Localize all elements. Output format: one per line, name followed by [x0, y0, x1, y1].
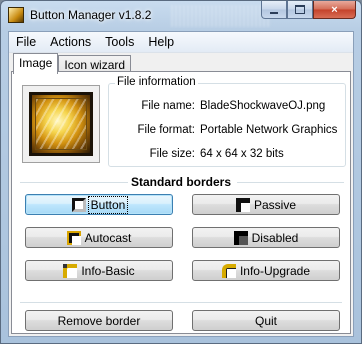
button-border-button[interactable]: Button [25, 194, 173, 215]
caption-buttons: × [261, 1, 356, 19]
app-icon[interactable] [8, 7, 24, 23]
file-information-legend: File information [115, 76, 198, 88]
tab-image[interactable]: Image [13, 53, 59, 74]
title-bar-background [171, 5, 271, 27]
maximize-button[interactable] [287, 1, 313, 19]
disabled-border-icon [233, 230, 248, 245]
autocast-border-button[interactable]: Autocast [25, 227, 173, 248]
menu-actions[interactable]: Actions [43, 32, 98, 52]
menu-tools[interactable]: Tools [98, 32, 141, 52]
info-basic-border-button[interactable]: Info-Basic [25, 260, 173, 281]
section-line-right [237, 182, 344, 183]
maximize-icon [295, 5, 305, 14]
title-bar[interactable]: Button Manager v1.8.2 × [1, 1, 361, 31]
minimize-icon [270, 11, 278, 14]
passive-border-button[interactable]: Passive [192, 194, 340, 215]
button-border-label: Button [87, 195, 129, 214]
quit-button[interactable]: Quit [192, 310, 340, 331]
info-basic-border-label: Info-Basic [81, 263, 135, 278]
close-button[interactable]: × [313, 1, 356, 19]
autocast-border-icon [66, 230, 81, 245]
preview-frame [22, 85, 100, 163]
autocast-border-label: Autocast [84, 230, 132, 245]
minimize-button[interactable] [261, 1, 287, 19]
file-size-label: File size: [149, 148, 195, 160]
file-name-label: File name: [141, 100, 195, 112]
app-window: Button Manager v1.8.2 × File Actions Too… [0, 0, 362, 344]
info-basic-border-icon [63, 263, 78, 278]
file-format-label: File format: [137, 124, 195, 136]
close-icon: × [331, 3, 338, 16]
tab-strip: Image Icon wizard [13, 53, 132, 74]
menu-bar: File Actions Tools Help [9, 32, 353, 53]
info-upgrade-border-icon [221, 263, 236, 278]
file-size-value: 64 x 64 x 32 bits [200, 148, 284, 160]
file-format-value: Portable Network Graphics [200, 124, 338, 136]
button-border-icon [71, 197, 86, 212]
info-upgrade-border-label: Info-Upgrade [239, 263, 311, 278]
blade-shockwave-image [29, 92, 93, 156]
remove-border-label: Remove border [57, 313, 141, 328]
menu-help[interactable]: Help [141, 32, 181, 52]
action-divider [20, 302, 342, 303]
image-tab-panel: File information File name: BladeShockwa… [11, 71, 351, 334]
file-name-value: BladeShockwaveOJ.png [200, 100, 326, 112]
file-information-group: File information File name: BladeShockwa… [108, 76, 346, 167]
passive-border-icon [235, 197, 250, 212]
window-title: Button Manager v1.8.2 [30, 8, 152, 22]
remove-border-button[interactable]: Remove border [25, 310, 173, 331]
client-area: File Actions Tools Help Image Icon wizar… [8, 31, 354, 337]
menu-file[interactable]: File [9, 32, 43, 52]
quit-label: Quit [254, 313, 277, 328]
passive-border-label: Passive [253, 197, 297, 212]
info-upgrade-border-button[interactable]: Info-Upgrade [192, 260, 340, 281]
disabled-border-button[interactable]: Disabled [192, 227, 340, 248]
disabled-border-label: Disabled [251, 230, 299, 245]
